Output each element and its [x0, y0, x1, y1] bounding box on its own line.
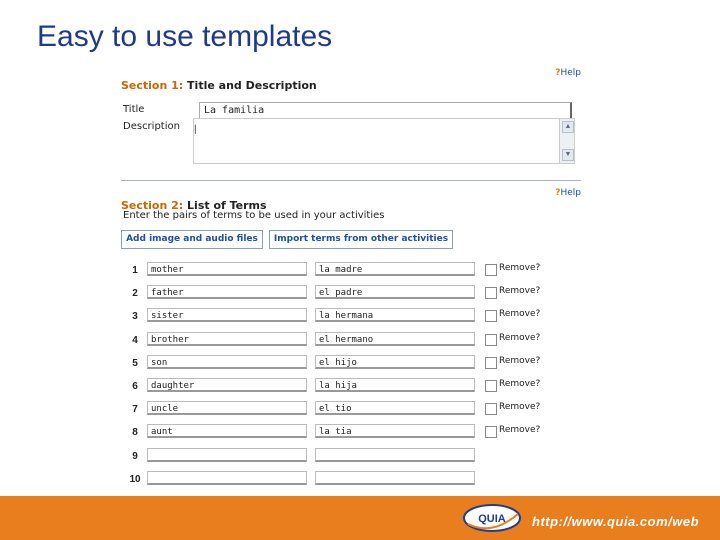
section-divider [121, 180, 581, 181]
term-input[interactable]: uncle [147, 401, 307, 416]
import-terms-button[interactable]: Import terms from other activities [269, 230, 453, 249]
remove-checkbox[interactable] [485, 310, 497, 323]
remove-checkbox[interactable] [485, 264, 497, 276]
term-input[interactable]: sister [147, 308, 307, 323]
row-number: 4 [132, 334, 138, 346]
remove-label: Remove? [499, 402, 541, 413]
definition-input[interactable]: el hijo [315, 354, 475, 369]
term-row: 9 [121, 447, 581, 466]
term-input[interactable]: father [147, 285, 307, 300]
remove-label: Remove? [499, 309, 541, 320]
remove-checkbox[interactable] [485, 426, 497, 439]
definition-input[interactable] [315, 470, 475, 485]
term-input[interactable] [147, 470, 307, 485]
description-scrollbar[interactable]: ▲ ▼ [559, 119, 574, 163]
term-input[interactable]: brother [147, 331, 307, 346]
section2-intro: Enter the pairs of terms to be used in y… [123, 210, 385, 221]
remove-label: Remove? [499, 286, 541, 297]
row-number: 1 [132, 265, 138, 276]
term-row: 1 mother la madre Remove? [121, 262, 581, 280]
remove-label: Remove? [499, 263, 541, 273]
term-input[interactable]: mother [147, 262, 307, 276]
activity-form: Section 1: Title and Description ?Help T… [121, 66, 581, 496]
term-input[interactable]: aunt [147, 424, 307, 439]
row-number: 2 [132, 288, 138, 300]
term-row: 8 aunt la tia Remove? [121, 424, 581, 442]
quia-logo: QUIA [463, 504, 521, 532]
footer-url: http://www.quia.com/web [532, 514, 700, 529]
row-number: 7 [132, 404, 138, 416]
remove-label: Remove? [499, 379, 541, 389]
section1-help-link[interactable]: ?Help [555, 68, 581, 78]
remove-label: Remove? [499, 425, 541, 436]
remove-checkbox[interactable] [485, 333, 497, 346]
remove-label: Remove? [499, 332, 541, 343]
definition-input[interactable]: la tia [315, 424, 475, 439]
add-media-button[interactable]: Add image and audio files [121, 230, 263, 249]
row-number: 3 [132, 311, 138, 323]
remove-checkbox[interactable] [485, 356, 497, 369]
row-number: 6 [132, 381, 138, 392]
term-row: 5 son el hijo Remove? [121, 354, 581, 373]
row-number: 5 [132, 357, 138, 369]
section1-number: Section 1: [121, 79, 184, 92]
term-row: 10 [121, 470, 581, 489]
definition-input[interactable] [315, 447, 475, 462]
title-label: Title [123, 104, 145, 115]
definition-input[interactable]: la madre [315, 262, 475, 276]
section1-name: Title and Description [187, 79, 317, 92]
remove-checkbox[interactable] [485, 403, 497, 416]
row-number: 8 [132, 427, 138, 439]
definition-input[interactable]: la hermana [315, 308, 475, 323]
scroll-up-icon[interactable]: ▲ [562, 121, 574, 133]
section2-help-link[interactable]: ?Help [555, 188, 581, 198]
title-input[interactable]: La familia [199, 102, 572, 119]
remove-checkbox[interactable] [485, 287, 497, 300]
svg-text:QUIA: QUIA [478, 513, 506, 525]
term-row: 4 brother el hermano Remove? [121, 331, 581, 350]
description-textarea[interactable]: | ▲ ▼ [193, 118, 575, 164]
definition-input[interactable]: el tio [315, 401, 475, 416]
section1-heading: Section 1: Title and Description [121, 79, 317, 92]
slide-title: Easy to use templates [37, 20, 333, 53]
term-row: 6 daughter la hija Remove? [121, 378, 581, 396]
description-label: Description [123, 121, 180, 132]
definition-input[interactable]: el padre [315, 285, 475, 300]
term-input[interactable]: son [147, 354, 307, 369]
definition-input[interactable]: la hija [315, 378, 475, 392]
row-number: 10 [129, 473, 141, 485]
term-row: 3 sister la hermana Remove? [121, 308, 581, 326]
term-row: 7 uncle el tio Remove? [121, 401, 581, 419]
definition-input[interactable]: el hermano [315, 331, 475, 346]
term-row: 2 father el padre Remove? [121, 285, 581, 303]
term-input[interactable] [147, 447, 307, 462]
remove-checkbox[interactable] [485, 380, 497, 392]
row-number: 9 [132, 450, 138, 462]
remove-label: Remove? [499, 355, 541, 366]
term-input[interactable]: daughter [147, 378, 307, 392]
text-cursor: | [194, 124, 197, 135]
scroll-down-icon[interactable]: ▼ [562, 149, 574, 161]
